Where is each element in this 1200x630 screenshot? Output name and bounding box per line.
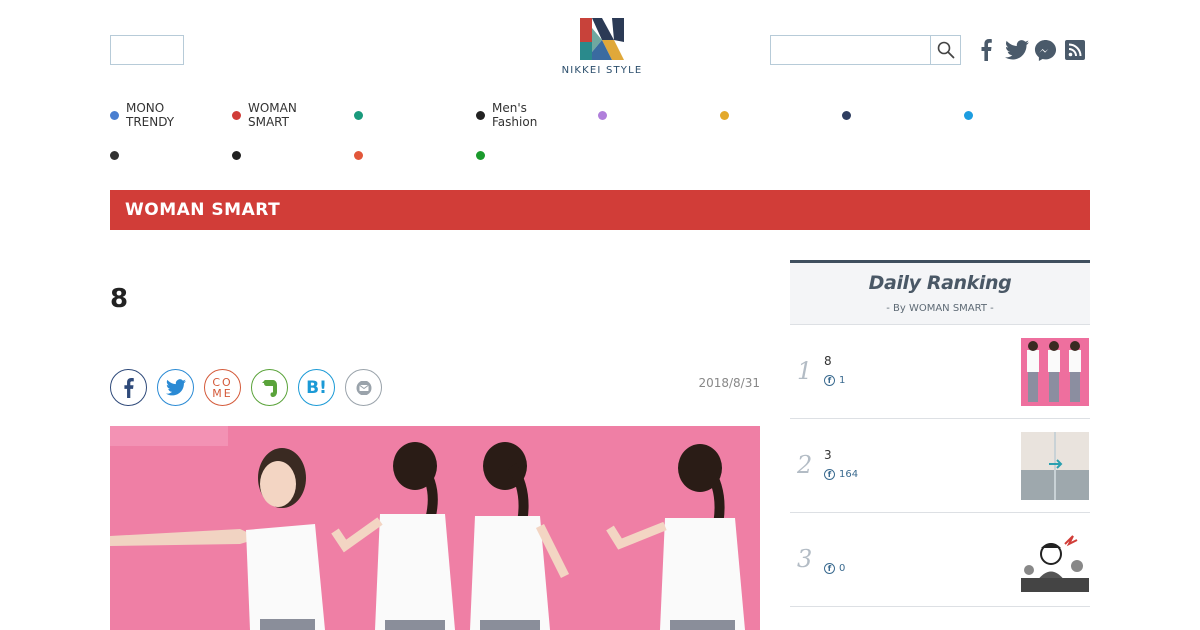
site-header: NIKKEI STYLE (0, 0, 1200, 90)
nav-item-label: Men's Fashion (492, 101, 538, 129)
article-date: 2018/8/31 (698, 376, 760, 390)
category-nav: MONO TRENDY WOMAN SMART Men's Fashion (110, 100, 1090, 180)
category-dot-icon (110, 110, 119, 120)
logo-text: NIKKEI STYLE (561, 65, 643, 76)
nav-item-label: MONO TRENDY (126, 101, 175, 129)
search-field[interactable] (770, 35, 961, 65)
nav-item[interactable] (232, 140, 354, 170)
ranking-item[interactable]: 1 8 f 1 (790, 325, 1090, 419)
category-dot-icon (842, 110, 851, 120)
women-exercising-photo (110, 426, 760, 630)
category-dot-icon (232, 110, 241, 120)
category-dot-icon (598, 110, 607, 120)
twitter-icon (1005, 40, 1029, 60)
category-dot-icon (964, 110, 973, 120)
facebook-link[interactable] (974, 37, 998, 63)
messenger-link[interactable] (1033, 37, 1057, 63)
ranking-item[interactable]: 3 f 0 (790, 513, 1090, 607)
rank-number: 1 (797, 357, 813, 385)
nav-item[interactable] (964, 100, 1086, 130)
article-hero-image (110, 426, 760, 630)
evernote-icon (261, 379, 277, 397)
nav-item[interactable] (110, 140, 232, 170)
share-count-value: 164 (839, 469, 859, 480)
come-label-top: CO (212, 375, 233, 389)
ranking-item-title[interactable]: 3 (824, 448, 832, 462)
rank-number: 3 (797, 545, 813, 573)
category-dot-icon (720, 110, 729, 120)
logo-mark-icon (580, 18, 624, 60)
facebook-count-icon: f (824, 563, 835, 574)
header-select-box[interactable] (110, 35, 184, 65)
facebook-count-icon: f (824, 375, 835, 386)
ranking-item[interactable]: 2 3 f 164 (790, 419, 1090, 513)
category-dot-icon (476, 150, 485, 160)
nav-item[interactable] (842, 100, 964, 130)
category-nav-row: MONO TRENDY WOMAN SMART Men's Fashion (110, 100, 1090, 140)
nav-item[interactable] (720, 100, 842, 130)
category-nav-row (110, 140, 1090, 180)
twitter-icon (165, 379, 186, 396)
mail-icon (356, 380, 371, 395)
share-buttons: CO ME B! (110, 369, 392, 406)
share-count: f 0 (824, 563, 845, 574)
facebook-icon (981, 39, 992, 61)
ranking-title: Daily Ranking (868, 272, 1012, 294)
twitter-share-button[interactable] (157, 369, 194, 406)
rss-icon (1065, 40, 1085, 60)
nav-item[interactable]: Men's Fashion (476, 100, 598, 130)
ranking-thumbnail[interactable] (1021, 432, 1089, 500)
thumbnail-image (1021, 526, 1089, 594)
nav-item[interactable]: MONO TRENDY (110, 100, 232, 130)
category-dot-icon (476, 110, 485, 120)
nikkei-style-logo[interactable]: NIKKEI STYLE (556, 18, 648, 76)
category-dot-icon (232, 150, 241, 160)
nav-item[interactable] (598, 100, 720, 130)
facebook-icon (124, 377, 134, 398)
share-count-value: 1 (839, 375, 846, 386)
rank-number: 2 (797, 451, 813, 479)
thumbnail-image (1021, 338, 1089, 406)
nav-item[interactable] (476, 140, 598, 170)
share-count: f 1 (824, 375, 845, 386)
ranking-header: Daily Ranking - By WOMAN SMART - (790, 260, 1090, 325)
facebook-share-button[interactable] (110, 369, 147, 406)
nav-item[interactable] (354, 140, 476, 170)
ranking-item-title[interactable]: 8 (824, 354, 832, 368)
ranking-thumbnail[interactable] (1021, 338, 1089, 406)
ranking-thumbnail[interactable] (1021, 526, 1089, 594)
thumbnail-image (1021, 432, 1089, 500)
facebook-count-icon: f (824, 469, 835, 480)
category-dot-icon (354, 150, 363, 160)
come-share-button[interactable]: CO ME (204, 369, 241, 406)
category-dot-icon (354, 110, 363, 120)
category-dot-icon (110, 150, 119, 160)
share-count: f 164 (824, 469, 858, 480)
nav-item-label: WOMAN SMART (248, 101, 297, 129)
ranking-subtitle: - By WOMAN SMART - (886, 303, 994, 314)
search-button[interactable] (930, 36, 960, 64)
article-headline: 8 (110, 284, 129, 314)
section-banner[interactable]: WOMAN SMART (110, 190, 1090, 230)
search-icon (937, 41, 954, 59)
share-count-value: 0 (839, 563, 846, 574)
mail-share-button[interactable] (345, 369, 382, 406)
come-label-bottom: ME (212, 386, 233, 400)
evernote-share-button[interactable] (251, 369, 288, 406)
twitter-link[interactable] (1004, 37, 1030, 63)
daily-ranking: Daily Ranking - By WOMAN SMART - 1 8 f 1… (790, 260, 1090, 630)
hatena-bookmark-share-button[interactable]: B! (298, 369, 335, 406)
messenger-icon (1034, 39, 1056, 61)
nav-item[interactable]: WOMAN SMART (232, 100, 354, 130)
nav-item[interactable] (354, 100, 476, 130)
rss-link[interactable] (1064, 37, 1086, 63)
